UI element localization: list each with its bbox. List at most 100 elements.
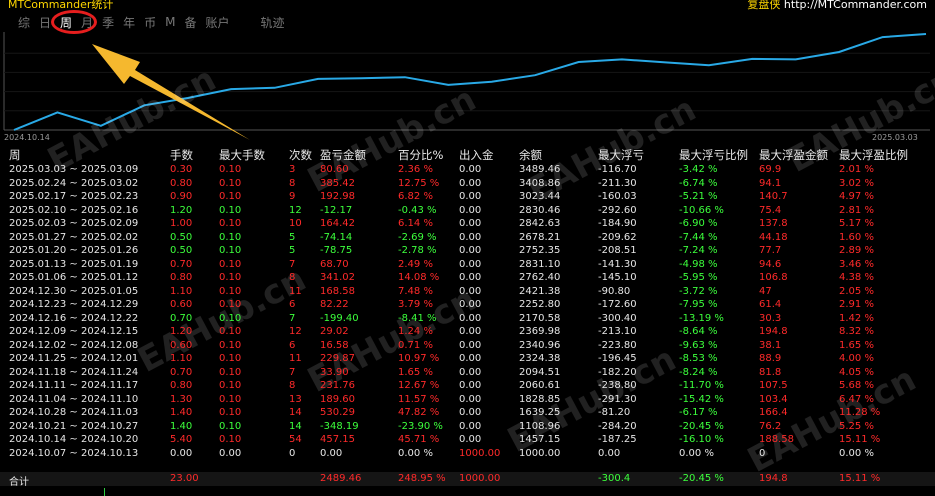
table-cell: -9.63 % [679,339,718,351]
table-row[interactable]: 2024.12.30 ~ 2025.01.05 1.10 0.10 11 168.58 7… [0,286,935,299]
table-cell: 80.60 [320,164,349,175]
table-cell: 4.00 % [839,353,874,364]
table-cell: 0.70 [170,312,193,324]
column-header[interactable]: 出入金 [459,147,494,163]
table-row[interactable]: 2025.01.27 ~ 2025.02.02 0.50 0.10 5 -74.14 -2… [0,232,935,245]
table-cell: -78.75 [320,245,353,256]
table-cell: 2094.51 [519,366,561,378]
table-cell: -81.20 [598,407,631,418]
table-cell: 76.2 [759,420,782,432]
table-row[interactable]: 2024.11.25 ~ 2024.12.01 1.10 0.10 11 229.87 1… [0,353,935,366]
table-cell: 11.28 % [839,407,881,418]
table-row[interactable]: 2024.10.14 ~ 2024.10.20 5.40 0.10 54 457.15 4… [0,434,935,447]
table-cell: -348.19 [320,420,359,432]
table-cell: 192.98 [320,191,355,202]
table-cell: 0.70 [170,366,193,378]
table-row[interactable]: 2024.11.11 ~ 2024.11.17 0.80 0.10 8 231.76 12… [0,380,935,393]
tab-8[interactable]: 备 [184,14,196,31]
table-cell: 2025.02.17 ~ 2025.02.23 [9,191,139,202]
table-row[interactable]: 2025.02.03 ~ 2025.02.09 1.00 0.10 10 164.42 6… [0,218,935,231]
table-cell: 2.49 % [398,258,433,270]
table-row[interactable]: 2025.02.10 ~ 2025.02.16 1.20 0.10 12 -12.17 -… [0,205,935,218]
table-cell: 2.81 % [839,204,874,216]
table-row[interactable]: 2024.12.16 ~ 2024.12.22 0.70 0.10 7 -199.40 -… [0,313,935,326]
tab-0[interactable]: 综 [18,14,30,31]
table-cell: 0.00 [459,366,482,378]
table-cell: -6.74 % [679,177,718,189]
table-cell: 6.47 % [839,393,874,405]
table-cell: 12 [289,204,302,216]
tab-7[interactable]: M [165,15,175,29]
column-header[interactable]: 余额 [519,147,542,163]
column-header[interactable]: 次数 [289,147,312,163]
table-cell: 140.7 [759,191,788,202]
table-cell: 0.80 [170,380,193,391]
column-header[interactable]: 周 [9,147,21,163]
table-cell: 2842.63 [519,218,561,229]
tab-6[interactable]: 币 [144,14,156,31]
table-row[interactable]: 2025.03.03 ~ 2025.03.09 0.30 0.10 3 80.60 2.3… [0,164,935,177]
brand-url[interactable]: http://MTCommander.com [784,0,927,11]
table-row[interactable]: 2025.02.24 ~ 2025.03.02 0.80 0.10 8 385.42 12… [0,178,935,191]
table-cell: 3023.44 [519,191,561,202]
table-cell: 47 [759,285,772,297]
table-cell: 15.11 % [839,434,881,445]
table-row[interactable]: 2025.01.20 ~ 2025.01.26 0.50 0.10 5 -78.75 -2… [0,245,935,258]
column-header[interactable]: 盈亏金额 [320,147,366,163]
table-cell: 0.90 [170,191,193,202]
table-cell: 0.00 [459,339,482,351]
table-cell: 0.10 [219,366,242,378]
table-row[interactable]: 2025.02.17 ~ 2025.02.23 0.90 0.10 9 192.98 6.… [0,191,935,204]
tab-5[interactable]: 年 [123,14,135,31]
table-cell: 0.80 [170,272,193,283]
table-row[interactable]: 2024.10.28 ~ 2024.11.03 1.40 0.10 14 530.29 4… [0,407,935,420]
table-cell: 2830.46 [519,204,561,216]
total-cell: -300.4 [598,473,631,484]
column-header[interactable]: 手数 [170,147,193,163]
tab-4[interactable]: 季 [102,14,114,31]
table-cell: 1108.96 [519,420,561,432]
column-header[interactable]: 百分比% [398,147,443,163]
table-cell: -5.21 % [679,191,718,202]
tab-9[interactable]: 账户 [205,14,229,31]
title-bar: MTCommander统计 复盘侠 http://MTCommander.com [0,0,935,11]
table-cell: 0.00 % [839,447,874,459]
table-cell: 88.9 [759,353,782,364]
table-row[interactable]: 2024.12.09 ~ 2024.12.15 1.20 0.10 12 29.02 1.… [0,326,935,339]
table-cell: 10.97 % [398,353,440,364]
table-cell: -3.42 % [679,164,718,175]
table-cell: 0.10 [219,353,242,364]
table-cell: 2024.12.16 ~ 2024.12.22 [9,312,139,324]
table-row[interactable]: 2024.12.23 ~ 2024.12.29 0.60 0.10 6 82.22 3.7… [0,299,935,312]
table-cell: 0.00 [459,434,482,445]
table-row[interactable]: 2024.12.02 ~ 2024.12.08 0.60 0.10 6 16.58 0.7… [0,340,935,353]
table-cell: 229.87 [320,353,355,364]
total-row: 合计 23.00 2489.46 248.95 % 1000.00 -300.4 -20.4… [0,472,935,488]
table-cell: 7 [289,258,296,270]
table-cell: 530.29 [320,407,355,418]
table-cell: 0.00 [459,312,482,324]
table-row[interactable]: 2025.01.06 ~ 2025.01.12 0.80 0.10 8 341.02 14… [0,272,935,285]
column-header[interactable]: 最大浮亏 [598,147,644,163]
table-cell: 0.00 % [398,447,433,459]
table-row[interactable]: 2024.10.21 ~ 2024.10.27 1.40 0.10 14 -348.19… [0,421,935,434]
table-cell: 137.8 [759,218,788,229]
table-cell: 0.10 [219,326,242,337]
table-cell: 54 [289,434,302,445]
table-row[interactable]: 2024.11.04 ~ 2024.11.10 1.30 0.10 13 189.60 1… [0,394,935,407]
table-row[interactable]: 2024.10.07 ~ 2024.10.13 0.00 0.00 0 0.00 0.00… [0,448,935,461]
column-header[interactable]: 最大浮盈金额 [759,147,828,163]
table-row[interactable]: 2024.11.18 ~ 2024.11.24 0.70 0.10 7 33.90 1.6… [0,367,935,380]
column-header[interactable]: 最大浮亏比例 [679,147,748,163]
table-cell: -116.70 [598,164,637,175]
table-cell: -172.60 [598,299,637,310]
table-cell: 0.00 [459,326,482,337]
tab-1[interactable]: 日 [39,14,51,31]
column-header[interactable]: 最大浮盈比例 [839,147,908,163]
table-cell: 1.42 % [839,312,874,324]
table-cell: 1.40 [170,407,193,418]
tab-10[interactable]: 轨迹 [261,14,285,31]
table-row[interactable]: 2025.01.13 ~ 2025.01.19 0.70 0.10 7 68.70 2.4… [0,259,935,272]
table-cell: 1.65 % [839,339,874,351]
column-header[interactable]: 最大手数 [219,147,265,163]
